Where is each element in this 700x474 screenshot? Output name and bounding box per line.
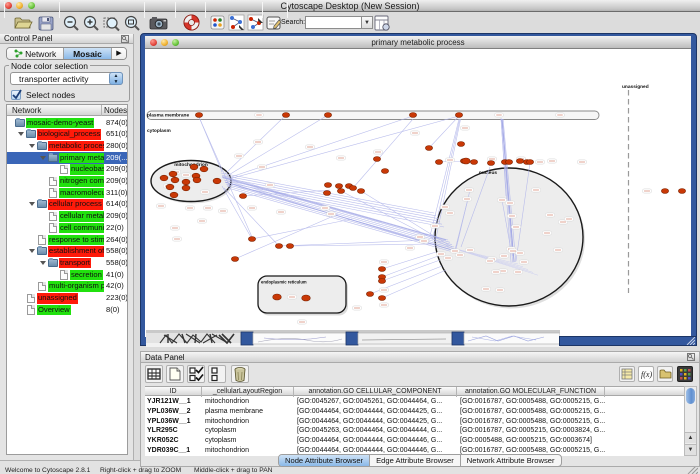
svg-text:cytoplasm: cytoplasm [147,128,171,134]
svg-text:unassigned: unassigned [622,84,649,90]
svg-text:nucleus: nucleus [479,170,497,176]
svg-text:endoplasmic reticulum: endoplasmic reticulum [261,280,307,285]
svg-text:f(x): f(x) [641,370,652,379]
svg-text:plasma membrane: plasma membrane [147,113,189,119]
